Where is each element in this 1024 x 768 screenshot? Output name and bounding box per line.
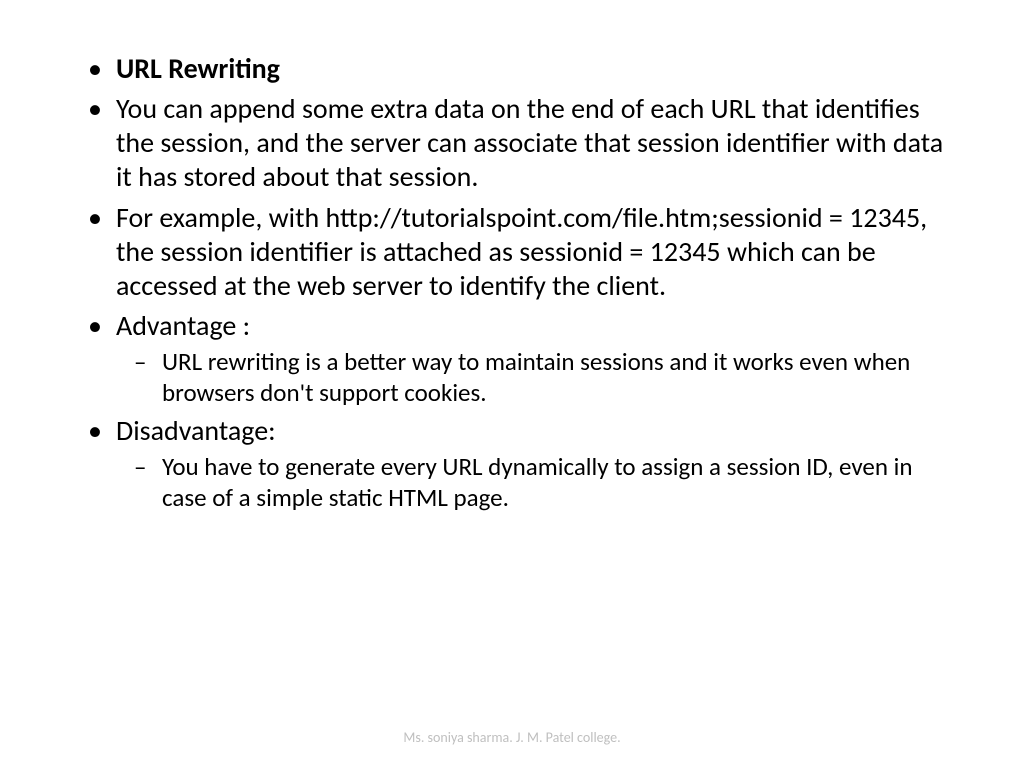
slide-content: URL Rewriting You can append some extra … — [0, 0, 1024, 513]
bullet-advantage-label: Advantage : URL rewriting is a better wa… — [70, 309, 954, 408]
bullet-title: URL Rewriting — [70, 52, 954, 86]
sub-bullet-item: You have to generate every URL dynamical… — [116, 452, 954, 513]
disadvantage-label-text: Disadvantage: — [116, 413, 276, 448]
bullet-disadvantage-label: Disadvantage: You have to generate every… — [70, 414, 954, 513]
footer-text: Ms. soniya sharma. J. M. Patel college. — [403, 729, 620, 746]
sub-bullet-list: URL rewriting is a better way to maintai… — [116, 347, 954, 408]
bullet-paragraph: For example, with http://tutorialspoint.… — [70, 201, 954, 303]
sub-bullet-item: URL rewriting is a better way to maintai… — [116, 347, 954, 408]
sub-bullet-list: You have to generate every URL dynamical… — [116, 452, 954, 513]
bullet-list: URL Rewriting You can append some extra … — [70, 52, 954, 513]
advantage-text: URL rewriting is a better way to maintai… — [162, 346, 910, 408]
disadvantage-text: You have to generate every URL dynamical… — [162, 451, 913, 513]
title-text: URL Rewriting — [116, 51, 280, 86]
slide-footer: Ms. soniya sharma. J. M. Patel college. — [0, 729, 1024, 746]
paragraph-text: You can append some extra data on the en… — [116, 91, 943, 194]
paragraph-text: For example, with http://tutorialspoint.… — [116, 200, 927, 303]
advantage-label-text: Advantage : — [116, 308, 250, 343]
bullet-paragraph: You can append some extra data on the en… — [70, 92, 954, 194]
